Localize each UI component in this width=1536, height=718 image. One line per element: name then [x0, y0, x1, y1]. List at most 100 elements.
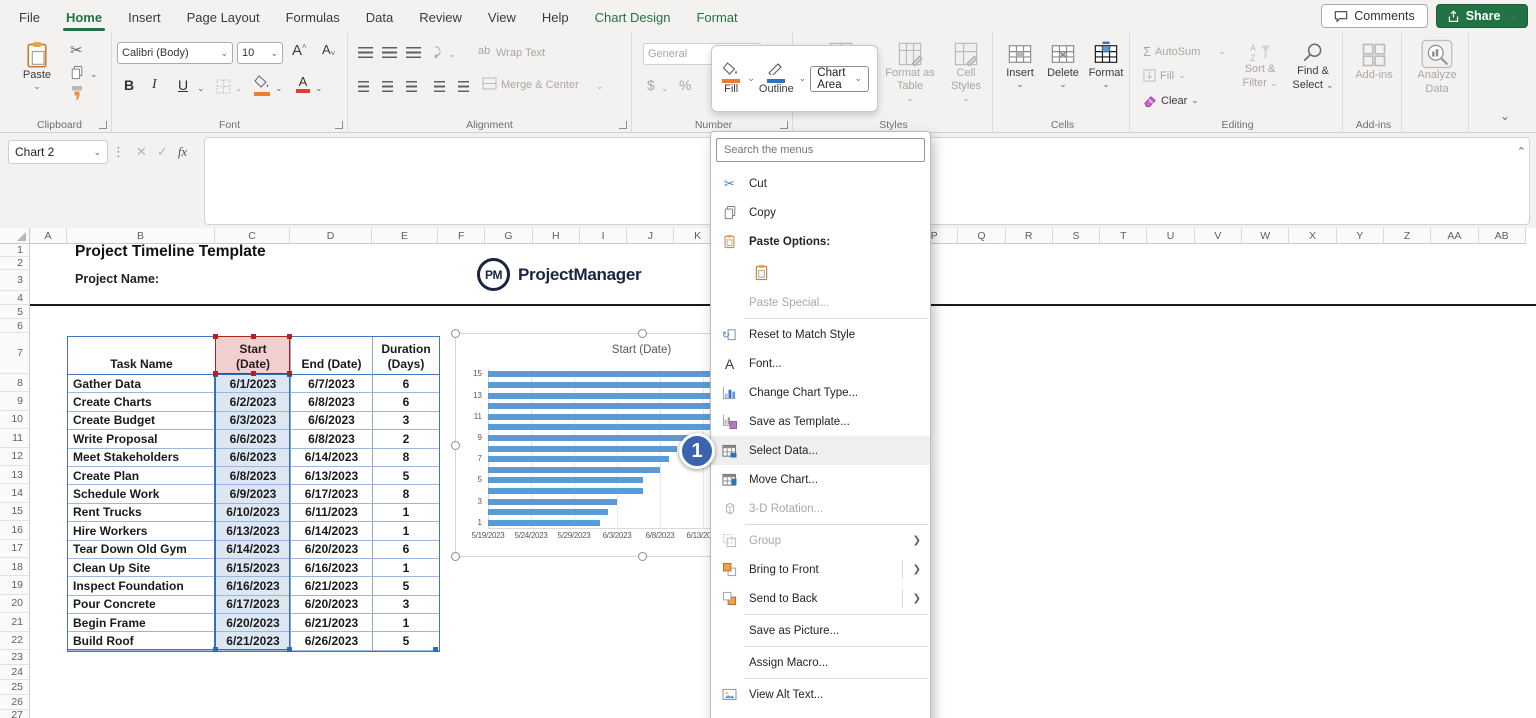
tab-insert[interactable]: Insert: [115, 2, 174, 32]
task-name-cell[interactable]: Rent Trucks: [68, 503, 216, 523]
row-header-9[interactable]: 9: [0, 392, 30, 411]
task-name-cell[interactable]: Begin Frame: [68, 614, 216, 633]
table-header-3[interactable]: Duration (Days): [373, 337, 439, 375]
borders-icon[interactable]: [216, 79, 231, 97]
row-header-13[interactable]: 13: [0, 466, 30, 485]
paste-option-button[interactable]: [749, 260, 773, 284]
task-name-cell[interactable]: Build Roof: [68, 632, 216, 651]
select-all-corner[interactable]: [0, 228, 30, 244]
fill-color-icon[interactable]: [254, 75, 270, 96]
clear-button[interactable]: Clear ⌄: [1143, 94, 1199, 107]
comments-button[interactable]: Comments: [1321, 4, 1428, 28]
task-end-cell[interactable]: 6/14/2023: [291, 448, 373, 467]
task-end-cell[interactable]: 6/6/2023: [291, 411, 373, 431]
column-header-B[interactable]: B: [67, 228, 215, 244]
row-header-20[interactable]: 20: [0, 594, 30, 614]
copy-icon[interactable]: [70, 65, 84, 83]
clipboard-dialog-launcher[interactable]: [99, 121, 107, 129]
table-header-1[interactable]: Start (Date): [216, 337, 291, 375]
font-name-select[interactable]: Calibri (Body) ⌄: [117, 42, 233, 64]
decrease-indent-icon[interactable]: [434, 81, 445, 92]
tab-page-layout[interactable]: Page Layout: [174, 2, 273, 32]
column-header-W[interactable]: W: [1242, 228, 1290, 244]
task-end-cell[interactable]: 6/20/2023: [291, 540, 373, 559]
task-name-cell[interactable]: Schedule Work: [68, 485, 216, 504]
task-duration-cell[interactable]: 6: [373, 393, 439, 412]
task-end-cell[interactable]: 6/13/2023: [291, 466, 373, 486]
task-name-cell[interactable]: Hire Workers: [68, 522, 216, 541]
task-end-cell[interactable]: 6/26/2023: [291, 632, 373, 651]
row-header-16[interactable]: 16: [0, 521, 30, 540]
task-table[interactable]: Task Name Start (Date) End (Date) Duration …: [67, 336, 440, 652]
row-header-8[interactable]: 8: [0, 374, 30, 393]
row-header-4[interactable]: 4: [0, 291, 30, 305]
font-color-dropdown-chevron[interactable]: ⌄: [315, 83, 323, 94]
task-end-cell[interactable]: 6/21/2023: [291, 577, 373, 596]
column-header-J[interactable]: J: [627, 228, 675, 244]
task-start-cell[interactable]: 6/8/2023: [216, 466, 291, 486]
column-header-A[interactable]: A: [30, 228, 67, 244]
orientation-dropdown-chevron[interactable]: ⌄: [448, 49, 456, 60]
menu-item-copy[interactable]: Copy: [711, 198, 930, 227]
row-header-15[interactable]: 15: [0, 502, 30, 522]
align-center-icon[interactable]: [382, 81, 393, 92]
tab-formulas[interactable]: Formulas: [273, 2, 353, 32]
task-duration-cell[interactable]: 8: [373, 449, 439, 467]
menu-item-cut[interactable]: ✂ Cut: [711, 169, 930, 198]
column-header-V[interactable]: V: [1194, 228, 1243, 244]
name-box[interactable]: Chart 2 ⌄: [8, 140, 108, 164]
paste-button[interactable]: Paste ⌄: [16, 41, 58, 92]
column-header-G[interactable]: G: [485, 228, 533, 244]
column-header-U[interactable]: U: [1147, 228, 1195, 244]
wrap-text-label[interactable]: Wrap Text: [496, 47, 545, 59]
row-header-6[interactable]: 6: [0, 319, 30, 333]
fill-color-mini-button[interactable]: Fill: [720, 62, 742, 95]
collapse-ribbon-chevron[interactable]: ⌄: [1500, 109, 1510, 123]
task-name-cell[interactable]: Write Proposal: [68, 430, 216, 449]
column-header-X[interactable]: X: [1289, 228, 1337, 244]
column-header-S[interactable]: S: [1052, 228, 1101, 244]
task-start-cell[interactable]: 6/14/2023: [216, 540, 291, 559]
number-dialog-launcher[interactable]: [780, 121, 788, 129]
align-right-icon[interactable]: [406, 81, 417, 92]
row-header-11[interactable]: 11: [0, 429, 30, 448]
column-header-R[interactable]: R: [1005, 228, 1053, 244]
row-header-2[interactable]: 2: [0, 257, 30, 270]
task-duration-cell[interactable]: 1: [373, 614, 439, 633]
task-start-cell[interactable]: 6/16/2023: [216, 577, 291, 596]
tab-format[interactable]: Format: [683, 2, 750, 32]
column-header-Y[interactable]: Y: [1336, 228, 1384, 244]
align-bottom-icon[interactable]: [406, 47, 421, 58]
task-duration-cell[interactable]: 5: [373, 467, 439, 486]
task-start-cell[interactable]: 6/21/2023: [216, 632, 291, 651]
table-header-2[interactable]: End (Date): [291, 337, 373, 375]
format-painter-icon[interactable]: [70, 85, 84, 104]
row-header-21[interactable]: 21: [0, 613, 30, 632]
task-end-cell[interactable]: 6/16/2023: [291, 558, 373, 578]
menu-item-send-to-back[interactable]: Send to Back ❯: [711, 584, 930, 613]
submenu-chevron-icon[interactable]: ❯: [913, 564, 921, 575]
tab-data[interactable]: Data: [353, 2, 406, 32]
task-duration-cell[interactable]: 1: [373, 559, 439, 578]
bold-button[interactable]: B: [124, 77, 134, 93]
menu-item-paste-options[interactable]: Paste Options:: [711, 227, 930, 256]
task-name-cell[interactable]: Create Plan: [68, 466, 216, 486]
task-name-cell[interactable]: Meet Stakeholders: [68, 448, 216, 467]
task-duration-cell[interactable]: 1: [373, 504, 439, 523]
underline-dropdown-chevron[interactable]: ⌄: [197, 83, 205, 94]
font-size-select[interactable]: 10 ⌄: [237, 42, 283, 64]
task-duration-cell[interactable]: 3: [373, 596, 439, 615]
range-fill-handle[interactable]: [433, 647, 438, 652]
menu-item-bring-to-front[interactable]: Bring to Front ❯: [711, 555, 930, 584]
find-select-button[interactable]: Find & Select ⌄: [1289, 41, 1337, 93]
increase-font-icon[interactable]: A˄: [292, 42, 307, 59]
task-duration-cell[interactable]: 5: [373, 577, 439, 596]
task-start-cell[interactable]: 6/15/2023: [216, 558, 291, 578]
fill-mini-chevron[interactable]: ⌄: [747, 73, 755, 84]
column-header-Z[interactable]: Z: [1383, 228, 1432, 244]
orientation-icon[interactable]: ⤸: [434, 45, 441, 60]
task-name-cell[interactable]: Inspect Foundation: [68, 577, 216, 596]
row-header-14[interactable]: 14: [0, 484, 30, 503]
task-duration-cell[interactable]: 2: [373, 430, 439, 449]
row-header-24[interactable]: 24: [0, 665, 30, 680]
